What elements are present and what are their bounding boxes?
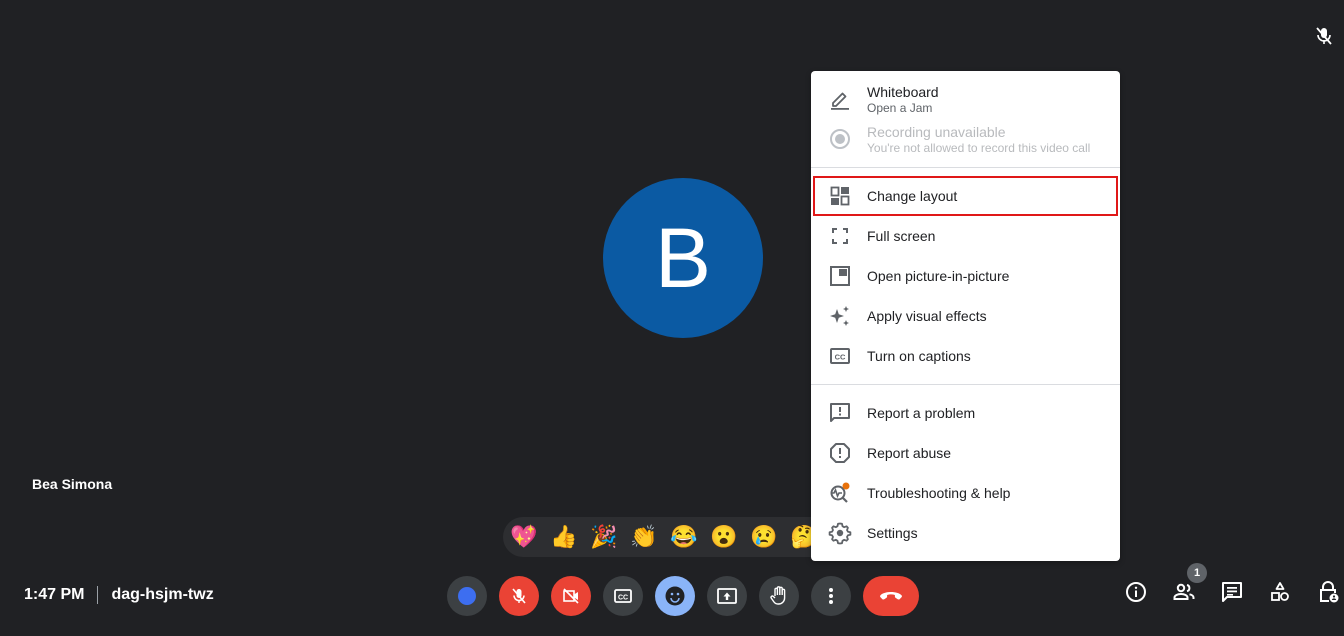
sparkle-icon bbox=[828, 304, 852, 328]
menu-item-full-screen[interactable]: Full screen bbox=[811, 216, 1120, 256]
record-dot-icon bbox=[458, 587, 476, 605]
present-icon bbox=[717, 588, 737, 604]
chat-icon bbox=[1222, 582, 1242, 602]
captions-icon: CC bbox=[614, 589, 632, 603]
menu-item-label: Settings bbox=[867, 525, 918, 541]
info-icon bbox=[1126, 582, 1146, 602]
meeting-details-button[interactable] bbox=[1124, 580, 1148, 604]
menu-divider bbox=[811, 384, 1120, 385]
menu-item-change-layout[interactable]: Change layout bbox=[813, 176, 1118, 216]
menu-item-sublabel: Open a Jam bbox=[867, 100, 933, 115]
people-button[interactable] bbox=[1172, 580, 1196, 604]
more-vert-icon bbox=[829, 588, 833, 604]
record-indicator-button[interactable] bbox=[447, 576, 487, 616]
hand-icon bbox=[770, 586, 786, 605]
raise-hand-button[interactable] bbox=[759, 576, 799, 616]
menu-item-label: Whiteboard bbox=[867, 83, 939, 100]
menu-item-label: Full screen bbox=[867, 228, 936, 244]
menu-item-captions[interactable]: CC Turn on captions bbox=[811, 336, 1120, 376]
side-panel-controls bbox=[1124, 580, 1340, 604]
muted-mic-indicator-icon bbox=[1314, 25, 1334, 47]
reactions-bar: 💖 👍 🎉 👏 😂 😮 😢 🤔 bbox=[503, 517, 843, 557]
svg-text:CC: CC bbox=[618, 595, 628, 602]
menu-item-recording: Recording unavailable You're not allowed… bbox=[811, 119, 1120, 159]
leave-call-button[interactable] bbox=[863, 576, 919, 616]
troubleshoot-icon bbox=[828, 481, 852, 505]
meet-call-stage: B Bea Simona 💖 👍 🎉 👏 😂 😮 😢 🤔 1:47 PM dag… bbox=[0, 0, 1344, 636]
reaction-surprised[interactable]: 😮 bbox=[709, 522, 739, 552]
emoji-icon bbox=[665, 586, 685, 606]
reactions-button[interactable] bbox=[655, 576, 695, 616]
reaction-sparkling-heart[interactable]: 💖 bbox=[509, 522, 539, 552]
participant-avatar: B bbox=[603, 178, 763, 338]
menu-item-troubleshooting[interactable]: Troubleshooting & help bbox=[811, 473, 1120, 513]
host-controls-button[interactable] bbox=[1316, 580, 1340, 604]
reaction-party-popper[interactable]: 🎉 bbox=[589, 522, 619, 552]
more-options-menu: Whiteboard Open a Jam Recording unavaila… bbox=[811, 71, 1120, 561]
menu-item-visual-effects[interactable]: Apply visual effects bbox=[811, 296, 1120, 336]
menu-item-label: Report a problem bbox=[867, 405, 976, 421]
menu-item-label: Recording unavailable bbox=[867, 123, 1006, 140]
microphone-toggle-button[interactable] bbox=[499, 576, 539, 616]
meeting-time: 1:47 PM bbox=[24, 586, 85, 603]
menu-item-whiteboard[interactable]: Whiteboard Open a Jam bbox=[811, 79, 1120, 119]
menu-item-label: Troubleshooting & help bbox=[867, 485, 1011, 501]
captions-icon: CC bbox=[828, 344, 852, 368]
present-screen-button[interactable] bbox=[707, 576, 747, 616]
record-icon bbox=[828, 127, 852, 151]
reaction-tears-of-joy[interactable]: 😂 bbox=[669, 522, 699, 552]
avatar-initial: B bbox=[654, 210, 712, 305]
participant-name-label: Bea Simona bbox=[32, 476, 113, 492]
shapes-icon bbox=[1271, 582, 1289, 601]
menu-item-settings[interactable]: Settings bbox=[811, 513, 1120, 553]
meeting-info: 1:47 PM dag-hsjm-twz bbox=[24, 586, 214, 604]
menu-item-label: Apply visual effects bbox=[867, 308, 987, 324]
menu-item-sublabel: You're not allowed to record this video … bbox=[867, 140, 1091, 155]
captions-button[interactable]: CC bbox=[603, 576, 643, 616]
reaction-clapping[interactable]: 👏 bbox=[629, 522, 659, 552]
meeting-info-divider bbox=[97, 586, 99, 604]
camera-off-icon bbox=[563, 588, 579, 604]
chat-button[interactable] bbox=[1220, 580, 1244, 604]
menu-item-report-problem[interactable]: Report a problem bbox=[811, 393, 1120, 433]
feedback-icon bbox=[828, 401, 852, 425]
lock-person-icon bbox=[1320, 581, 1339, 603]
report-icon bbox=[828, 441, 852, 465]
layout-icon bbox=[828, 184, 852, 208]
call-controls-bar: CC bbox=[447, 576, 919, 616]
menu-item-label: Change layout bbox=[867, 188, 958, 204]
mic-off-icon bbox=[512, 588, 526, 604]
settings-icon bbox=[828, 521, 852, 545]
menu-item-label: Open picture-in-picture bbox=[867, 268, 1010, 284]
fullscreen-icon bbox=[828, 224, 852, 248]
menu-item-label: Report abuse bbox=[867, 445, 952, 461]
people-icon bbox=[1173, 583, 1195, 600]
activities-button[interactable] bbox=[1268, 580, 1292, 604]
end-call-icon bbox=[880, 592, 902, 600]
svg-text:CC: CC bbox=[835, 353, 846, 362]
camera-toggle-button[interactable] bbox=[551, 576, 591, 616]
meeting-code: dag-hsjm-twz bbox=[111, 586, 214, 603]
menu-item-picture-in-picture[interactable]: Open picture-in-picture bbox=[811, 256, 1120, 296]
reaction-thumbs-up[interactable]: 👍 bbox=[549, 522, 579, 552]
more-options-button[interactable] bbox=[811, 576, 851, 616]
pip-icon bbox=[828, 264, 852, 288]
menu-item-report-abuse[interactable]: Report abuse bbox=[811, 433, 1120, 473]
pencil-icon bbox=[828, 87, 852, 111]
reaction-crying[interactable]: 😢 bbox=[749, 522, 779, 552]
menu-divider bbox=[811, 167, 1120, 168]
menu-item-label: Turn on captions bbox=[867, 348, 971, 364]
